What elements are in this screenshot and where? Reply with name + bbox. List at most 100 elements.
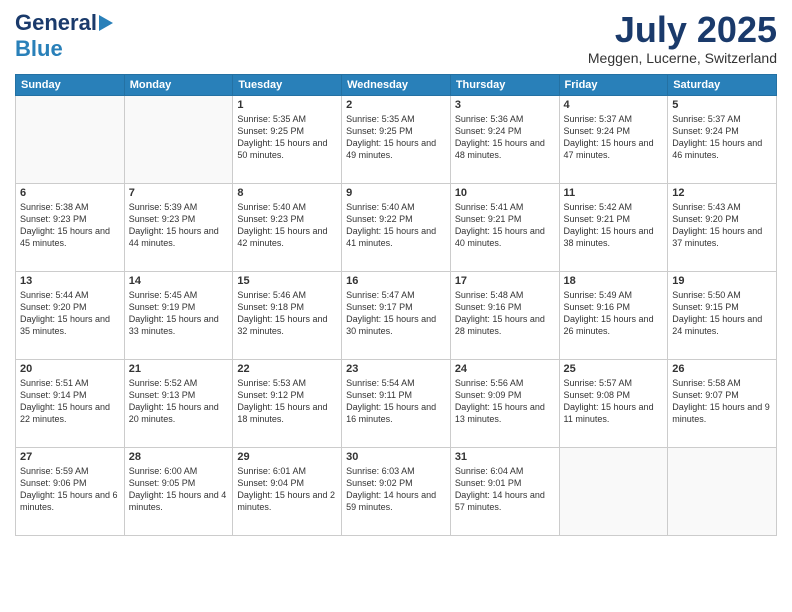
day-info: Sunrise: 5:37 AM Sunset: 9:24 PM Dayligh… xyxy=(672,113,772,162)
day-number: 17 xyxy=(455,275,555,287)
calendar-header-wednesday: Wednesday xyxy=(342,74,451,95)
day-number: 31 xyxy=(455,451,555,463)
day-info: Sunrise: 6:00 AM Sunset: 9:05 PM Dayligh… xyxy=(129,465,229,514)
day-number: 21 xyxy=(129,363,229,375)
calendar-cell: 17 Sunrise: 5:48 AM Sunset: 9:16 PM Dayli… xyxy=(450,271,559,359)
day-info: Sunrise: 5:48 AM Sunset: 9:16 PM Dayligh… xyxy=(455,289,555,338)
calendar-cell: 7 Sunrise: 5:39 AM Sunset: 9:23 PM Daylig… xyxy=(124,183,233,271)
day-info: Sunrise: 5:59 AM Sunset: 9:06 PM Dayligh… xyxy=(20,465,120,514)
day-info: Sunrise: 5:46 AM Sunset: 9:18 PM Dayligh… xyxy=(237,289,337,338)
day-info: Sunrise: 5:44 AM Sunset: 9:20 PM Dayligh… xyxy=(20,289,120,338)
calendar-cell: 11Sunrise: 5:42 AM Sunset: 9:21 PM Dayli… xyxy=(559,183,668,271)
day-info: Sunrise: 6:04 AM Sunset: 9:01 PM Dayligh… xyxy=(455,465,555,514)
day-info: Sunrise: 5:52 AM Sunset: 9:13 PM Dayligh… xyxy=(129,377,229,426)
day-info: Sunrise: 5:35 AM Sunset: 9:25 PM Dayligh… xyxy=(237,113,337,162)
day-number: 26 xyxy=(672,363,772,375)
calendar-cell: 23 Sunrise: 5:54 AM Sunset: 9:11 PM Dayli… xyxy=(342,359,451,447)
calendar-cell: 24 Sunrise: 5:56 AM Sunset: 9:09 PM Dayli… xyxy=(450,359,559,447)
day-number: 30 xyxy=(346,451,446,463)
calendar-cell: 22Sunrise: 5:53 AM Sunset: 9:12 PM Dayli… xyxy=(233,359,342,447)
day-number: 2 xyxy=(346,99,446,111)
calendar-cell: 27 Sunrise: 5:59 AM Sunset: 9:06 PM Dayli… xyxy=(16,447,125,535)
day-number: 4 xyxy=(564,99,664,111)
day-number: 27 xyxy=(20,451,120,463)
page-container: General Blue July 2025 Meggen, Lucerne, … xyxy=(0,0,792,612)
day-number: 24 xyxy=(455,363,555,375)
day-info: Sunrise: 5:50 AM Sunset: 9:15 PM Dayligh… xyxy=(672,289,772,338)
calendar-cell: 8Sunrise: 5:40 AM Sunset: 9:23 PM Daylig… xyxy=(233,183,342,271)
calendar-cell: 6 Sunrise: 5:38 AM Sunset: 9:23 PM Daylig… xyxy=(16,183,125,271)
day-number: 11 xyxy=(564,187,664,199)
calendar-cell: 31 Sunrise: 6:04 AM Sunset: 9:01 PM Dayli… xyxy=(450,447,559,535)
calendar-cell: 13Sunrise: 5:44 AM Sunset: 9:20 PM Dayli… xyxy=(16,271,125,359)
day-number: 1 xyxy=(237,99,337,111)
day-info: Sunrise: 5:35 AM Sunset: 9:25 PM Dayligh… xyxy=(346,113,446,162)
calendar-cell: 16Sunrise: 5:47 AM Sunset: 9:17 PM Dayli… xyxy=(342,271,451,359)
calendar-week-5: 27 Sunrise: 5:59 AM Sunset: 9:06 PM Dayli… xyxy=(16,447,777,535)
calendar-cell: 26Sunrise: 5:58 AM Sunset: 9:07 PM Dayli… xyxy=(668,359,777,447)
month-title: July 2025 xyxy=(588,10,777,50)
calendar-cell: 5 Sunrise: 5:37 AM Sunset: 9:24 PM Daylig… xyxy=(668,95,777,183)
day-number: 15 xyxy=(237,275,337,287)
day-info: Sunrise: 5:38 AM Sunset: 9:23 PM Dayligh… xyxy=(20,201,120,250)
calendar-cell: 9Sunrise: 5:40 AM Sunset: 9:22 PM Daylig… xyxy=(342,183,451,271)
calendar-cell: 2 Sunrise: 5:35 AM Sunset: 9:25 PM Daylig… xyxy=(342,95,451,183)
calendar-table: SundayMondayTuesdayWednesdayThursdayFrid… xyxy=(15,74,777,536)
day-number: 10 xyxy=(455,187,555,199)
calendar-header-tuesday: Tuesday xyxy=(233,74,342,95)
calendar-cell xyxy=(16,95,125,183)
day-number: 29 xyxy=(237,451,337,463)
day-info: Sunrise: 5:39 AM Sunset: 9:23 PM Dayligh… xyxy=(129,201,229,250)
day-info: Sunrise: 5:36 AM Sunset: 9:24 PM Dayligh… xyxy=(455,113,555,162)
logo: General Blue xyxy=(15,10,113,62)
day-number: 12 xyxy=(672,187,772,199)
calendar-week-1: 1 Sunrise: 5:35 AM Sunset: 9:25 PM Daylig… xyxy=(16,95,777,183)
calendar-cell: 4 Sunrise: 5:37 AM Sunset: 9:24 PM Daylig… xyxy=(559,95,668,183)
day-info: Sunrise: 6:03 AM Sunset: 9:02 PM Dayligh… xyxy=(346,465,446,514)
day-info: Sunrise: 5:57 AM Sunset: 9:08 PM Dayligh… xyxy=(564,377,664,426)
calendar-cell xyxy=(124,95,233,183)
location: Meggen, Lucerne, Switzerland xyxy=(588,50,777,66)
day-number: 7 xyxy=(129,187,229,199)
day-number: 25 xyxy=(564,363,664,375)
logo-triangle-icon xyxy=(99,15,113,31)
day-number: 6 xyxy=(20,187,120,199)
day-info: Sunrise: 5:51 AM Sunset: 9:14 PM Dayligh… xyxy=(20,377,120,426)
day-number: 22 xyxy=(237,363,337,375)
calendar-cell: 12 Sunrise: 5:43 AM Sunset: 9:20 PM Dayli… xyxy=(668,183,777,271)
calendar-header-row: SundayMondayTuesdayWednesdayThursdayFrid… xyxy=(16,74,777,95)
calendar-cell: 30 Sunrise: 6:03 AM Sunset: 9:02 PM Dayli… xyxy=(342,447,451,535)
day-info: Sunrise: 6:01 AM Sunset: 9:04 PM Dayligh… xyxy=(237,465,337,514)
day-number: 16 xyxy=(346,275,446,287)
day-info: Sunrise: 5:45 AM Sunset: 9:19 PM Dayligh… xyxy=(129,289,229,338)
calendar-cell: 28 Sunrise: 6:00 AM Sunset: 9:05 PM Dayli… xyxy=(124,447,233,535)
calendar-header-friday: Friday xyxy=(559,74,668,95)
calendar-cell: 10Sunrise: 5:41 AM Sunset: 9:21 PM Dayli… xyxy=(450,183,559,271)
day-info: Sunrise: 5:37 AM Sunset: 9:24 PM Dayligh… xyxy=(564,113,664,162)
calendar-cell xyxy=(559,447,668,535)
day-number: 28 xyxy=(129,451,229,463)
day-number: 3 xyxy=(455,99,555,111)
calendar-cell: 25 Sunrise: 5:57 AM Sunset: 9:08 PM Dayli… xyxy=(559,359,668,447)
calendar-cell: 3 Sunrise: 5:36 AM Sunset: 9:24 PM Daylig… xyxy=(450,95,559,183)
calendar-cell: 21 Sunrise: 5:52 AM Sunset: 9:13 PM Dayli… xyxy=(124,359,233,447)
calendar-cell: 14Sunrise: 5:45 AM Sunset: 9:19 PM Dayli… xyxy=(124,271,233,359)
day-info: Sunrise: 5:40 AM Sunset: 9:23 PM Dayligh… xyxy=(237,201,337,250)
calendar-week-2: 6 Sunrise: 5:38 AM Sunset: 9:23 PM Daylig… xyxy=(16,183,777,271)
day-info: Sunrise: 5:54 AM Sunset: 9:11 PM Dayligh… xyxy=(346,377,446,426)
calendar-header-saturday: Saturday xyxy=(668,74,777,95)
day-number: 20 xyxy=(20,363,120,375)
day-number: 23 xyxy=(346,363,446,375)
logo-blue: Blue xyxy=(15,36,63,61)
day-info: Sunrise: 5:43 AM Sunset: 9:20 PM Dayligh… xyxy=(672,201,772,250)
calendar-week-4: 20 Sunrise: 5:51 AM Sunset: 9:14 PM Dayli… xyxy=(16,359,777,447)
day-number: 18 xyxy=(564,275,664,287)
calendar-cell: 29 Sunrise: 6:01 AM Sunset: 9:04 PM Dayli… xyxy=(233,447,342,535)
calendar-cell: 1 Sunrise: 5:35 AM Sunset: 9:25 PM Daylig… xyxy=(233,95,342,183)
day-number: 5 xyxy=(672,99,772,111)
title-area: July 2025 Meggen, Lucerne, Switzerland xyxy=(588,10,777,66)
calendar-week-3: 13Sunrise: 5:44 AM Sunset: 9:20 PM Dayli… xyxy=(16,271,777,359)
calendar-cell: 19Sunrise: 5:50 AM Sunset: 9:15 PM Dayli… xyxy=(668,271,777,359)
day-number: 9 xyxy=(346,187,446,199)
day-info: Sunrise: 5:56 AM Sunset: 9:09 PM Dayligh… xyxy=(455,377,555,426)
